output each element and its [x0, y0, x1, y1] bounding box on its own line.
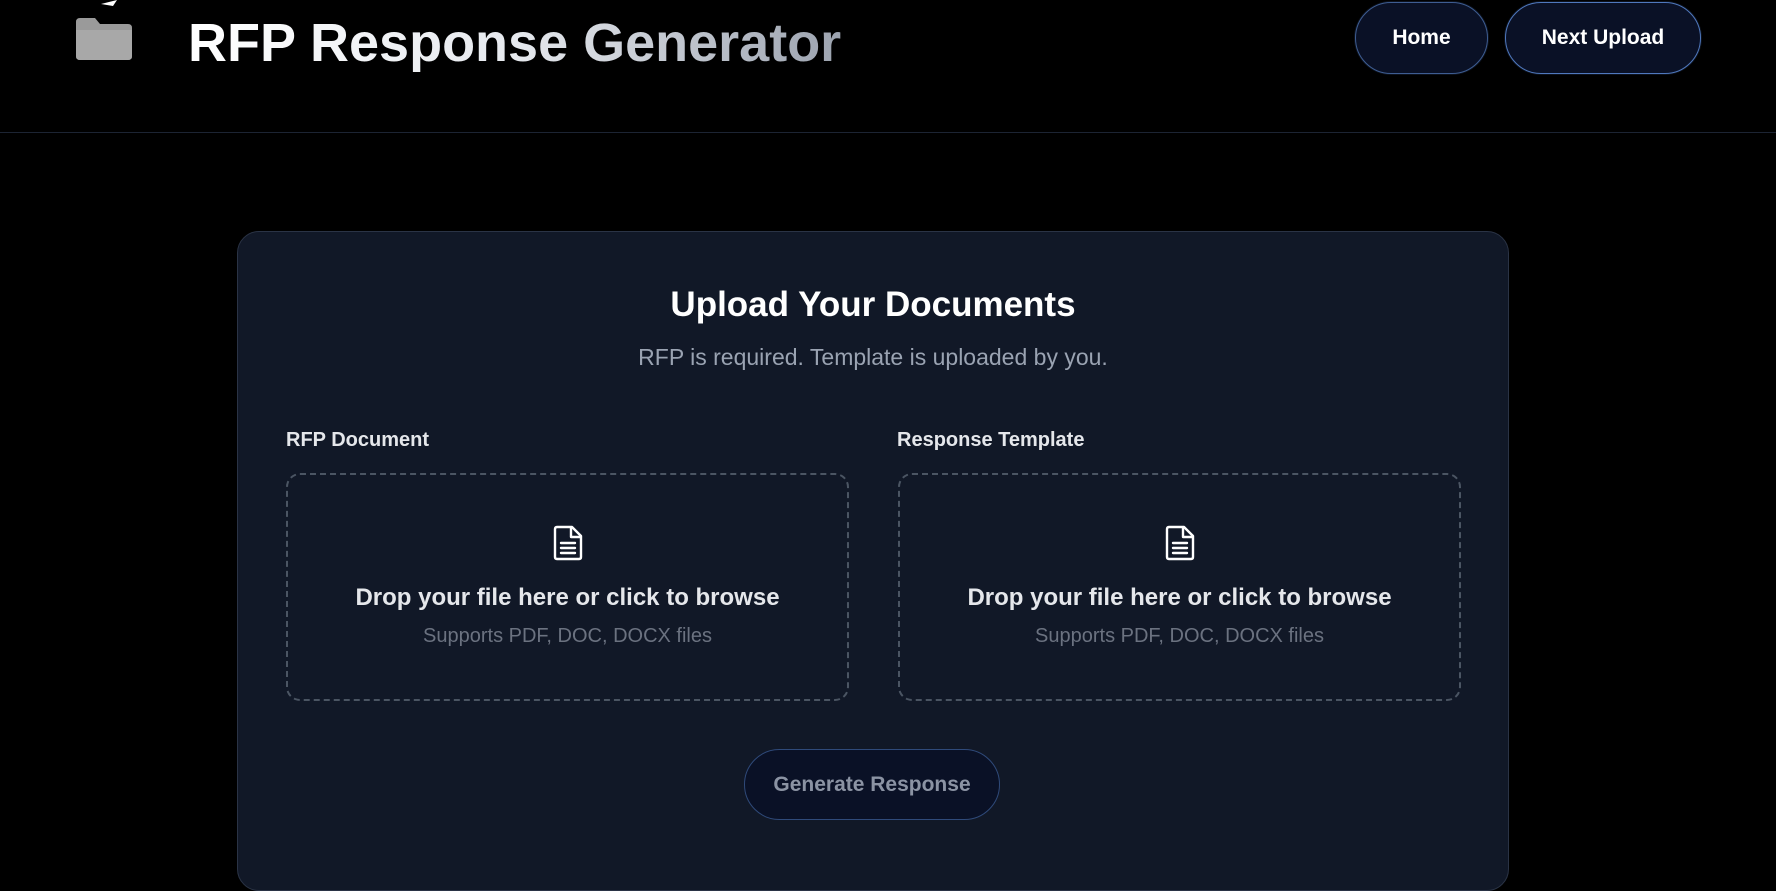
app-header: RFP Response Generator Home Next Upload: [0, 0, 1776, 133]
rfp-document-label: RFP Document: [286, 429, 429, 451]
response-template-label: Response Template: [897, 429, 1085, 451]
folder-icon: [76, 0, 132, 60]
upload-subtitle: RFP is required. Template is uploaded by…: [638, 344, 1108, 370]
app-title: RFP Response Generator: [188, 8, 841, 78]
rfp-dropzone[interactable]: Drop your file here or click to browse S…: [286, 473, 849, 701]
rfp-dropzone-prompt: Drop your file here or click to browse: [355, 584, 780, 611]
document-icon: [1165, 525, 1194, 561]
template-dropzone-hint: Supports PDF, DOC, DOCX files: [1035, 625, 1324, 647]
home-button[interactable]: Home: [1355, 2, 1488, 74]
document-icon: [553, 525, 582, 561]
next-upload-button[interactable]: Next Upload: [1505, 2, 1701, 74]
template-dropzone[interactable]: Drop your file here or click to browse S…: [898, 473, 1461, 701]
template-dropzone-prompt: Drop your file here or click to browse: [967, 584, 1392, 611]
generate-response-button[interactable]: Generate Response: [744, 749, 1000, 820]
rfp-dropzone-hint: Supports PDF, DOC, DOCX files: [423, 625, 712, 647]
upload-title: Upload Your Documents: [670, 285, 1076, 324]
upload-card: Upload Your Documents RFP is required. T…: [237, 231, 1509, 891]
